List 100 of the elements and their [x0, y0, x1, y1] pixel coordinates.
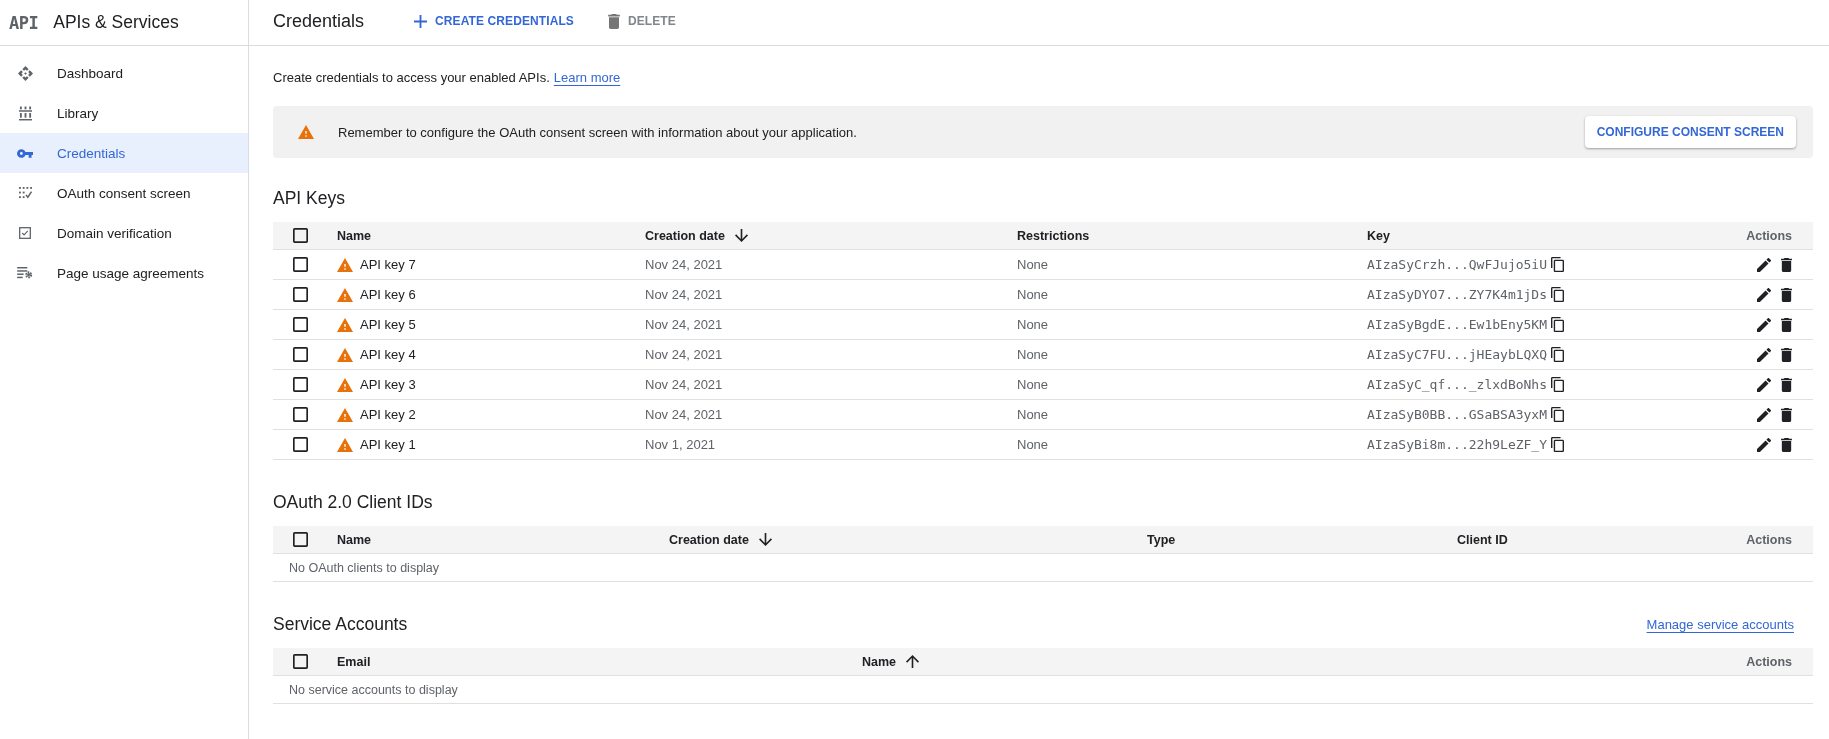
warning-icon: [298, 125, 314, 139]
list-gear-icon: [17, 267, 33, 279]
trash-icon[interactable]: [1781, 317, 1792, 332]
api-key-value: AIzaSyBi8m...22h9LeZF_Y: [1367, 437, 1547, 452]
sidebar-item[interactable]: Credentials: [0, 133, 248, 173]
column-header[interactable]: Creation date: [645, 228, 748, 243]
trash-icon[interactable]: [1781, 257, 1792, 272]
pencil-icon[interactable]: [1757, 437, 1771, 452]
sidebar-item[interactable]: Domain verification: [0, 213, 248, 253]
checkbox[interactable]: [293, 317, 308, 332]
pencil-icon[interactable]: [1757, 287, 1771, 302]
checkbox[interactable]: [293, 532, 308, 547]
column-header[interactable]: Name: [862, 654, 920, 669]
column-header[interactable]: Name: [337, 532, 372, 547]
section-title: API Keys: [273, 187, 345, 210]
section-title: Service Accounts: [273, 613, 408, 636]
section-title: OAuth 2.0 Client IDs: [273, 491, 433, 514]
checkbox[interactable]: [293, 654, 308, 669]
checkbox[interactable]: [293, 407, 308, 422]
api-key-value: AIzaSyC_qf..._zlxdBoNhs: [1367, 377, 1547, 392]
trash-icon[interactable]: [1781, 407, 1792, 422]
plus-icon: [414, 14, 428, 28]
trash-icon[interactable]: [1781, 437, 1792, 452]
restrictions-value: None: [1017, 257, 1049, 272]
column-header[interactable]: Key: [1367, 228, 1390, 243]
trash-icon: [607, 13, 620, 29]
sidebar-item[interactable]: Dashboard: [0, 53, 248, 93]
empty-message: No service accounts to display: [289, 682, 458, 697]
checkbox[interactable]: [293, 377, 308, 392]
creation-date: Nov 24, 2021: [645, 257, 723, 272]
pencil-icon[interactable]: [1757, 317, 1771, 332]
logo-text: API: [9, 12, 39, 33]
sidebar-item[interactable]: Library: [0, 93, 248, 133]
intro-text: Create credentials to access your enabled APIs.: [273, 69, 550, 87]
trash-icon[interactable]: [1781, 377, 1792, 392]
restrictions-value: None: [1017, 437, 1049, 452]
column-header[interactable]: Name: [337, 228, 372, 243]
column-header[interactable]: Type: [1147, 532, 1176, 547]
empty-message: No OAuth clients to display: [289, 560, 440, 575]
column-header[interactable]: Client ID: [1457, 532, 1508, 547]
api-key-name: API key 6: [360, 287, 416, 302]
pencil-icon[interactable]: [1757, 257, 1771, 272]
key-icon: [17, 148, 33, 158]
sidebar-item[interactable]: OAuth consent screen: [0, 173, 248, 213]
learn-more-link[interactable]: Learn more: [553, 68, 621, 88]
trash-icon[interactable]: [1781, 347, 1792, 362]
pencil-icon[interactable]: [1757, 347, 1771, 362]
column-header[interactable]: Email: [337, 654, 371, 669]
column-header[interactable]: Restrictions: [1017, 228, 1090, 243]
copy-icon[interactable]: [1551, 347, 1564, 362]
copy-icon[interactable]: [1551, 317, 1564, 332]
pencil-icon[interactable]: [1757, 377, 1771, 392]
diamond-cluster-icon: [17, 65, 33, 81]
sidebar-title: APIs & Services: [53, 12, 179, 33]
checkbox[interactable]: [293, 257, 308, 272]
creation-date: Nov 24, 2021: [645, 347, 723, 362]
notice-text: Remember to configure the OAuth consent screen with information about your application.: [338, 124, 858, 140]
copy-icon[interactable]: [1551, 377, 1564, 392]
toolbar-button[interactable]: CREATE CREDENTIALS: [406, 8, 582, 34]
creation-date: Nov 24, 2021: [645, 407, 723, 422]
creation-date: Nov 24, 2021: [645, 317, 723, 332]
restrictions-value: None: [1017, 377, 1049, 392]
check-square-icon: [19, 227, 31, 239]
configure-button[interactable]: CONFIGURE CONSENT SCREEN: [1584, 116, 1796, 148]
api-key-name: API key 4: [360, 347, 416, 362]
sidebar-item[interactable]: Page usage agreements: [0, 253, 248, 293]
checkbox[interactable]: [293, 287, 308, 302]
creation-date: Nov 24, 2021: [645, 287, 723, 302]
page-title: Credentials: [273, 10, 365, 32]
checkbox[interactable]: [293, 437, 308, 452]
restrictions-value: None: [1017, 317, 1049, 332]
restrictions-value: None: [1017, 287, 1049, 302]
api-key-name: API key 1: [360, 437, 416, 452]
creation-date: Nov 24, 2021: [645, 377, 723, 392]
pillars-icon: [18, 105, 32, 121]
api-key-name: API key 5: [360, 317, 416, 332]
restrictions-value: None: [1017, 407, 1049, 422]
column-header[interactable]: Actions: [1746, 654, 1792, 669]
api-key-value: AIzaSyBgdE...Ew1bEny5KM: [1367, 317, 1547, 332]
creation-date: Nov 1, 2021: [645, 437, 716, 452]
api-key-value: AIzaSyC7FU...jHEaybLQXQ: [1367, 347, 1547, 362]
column-header[interactable]: Actions: [1746, 228, 1792, 243]
manage-link[interactable]: Manage service accounts: [1646, 616, 1794, 632]
api-key-value: AIzaSyB0BB...GSaBSA3yxM: [1367, 407, 1547, 422]
trash-icon[interactable]: [1781, 287, 1792, 302]
checkbox[interactable]: [293, 228, 308, 243]
api-key-name: API key 3: [360, 377, 416, 392]
copy-icon[interactable]: [1551, 437, 1564, 452]
restrictions-value: None: [1017, 347, 1049, 362]
dotted-check-icon: [18, 187, 32, 199]
column-header[interactable]: Actions: [1746, 532, 1792, 547]
copy-icon[interactable]: [1551, 257, 1564, 272]
api-key-name: API key 7: [360, 257, 416, 272]
checkbox[interactable]: [293, 347, 308, 362]
api-key-value: AIzaSyDYO7...ZY7K4m1jDs: [1367, 287, 1547, 302]
copy-icon[interactable]: [1551, 407, 1564, 422]
column-header[interactable]: Creation date: [669, 532, 772, 547]
pencil-icon[interactable]: [1757, 407, 1771, 422]
copy-icon[interactable]: [1551, 287, 1564, 302]
api-key-name: API key 2: [360, 407, 416, 422]
